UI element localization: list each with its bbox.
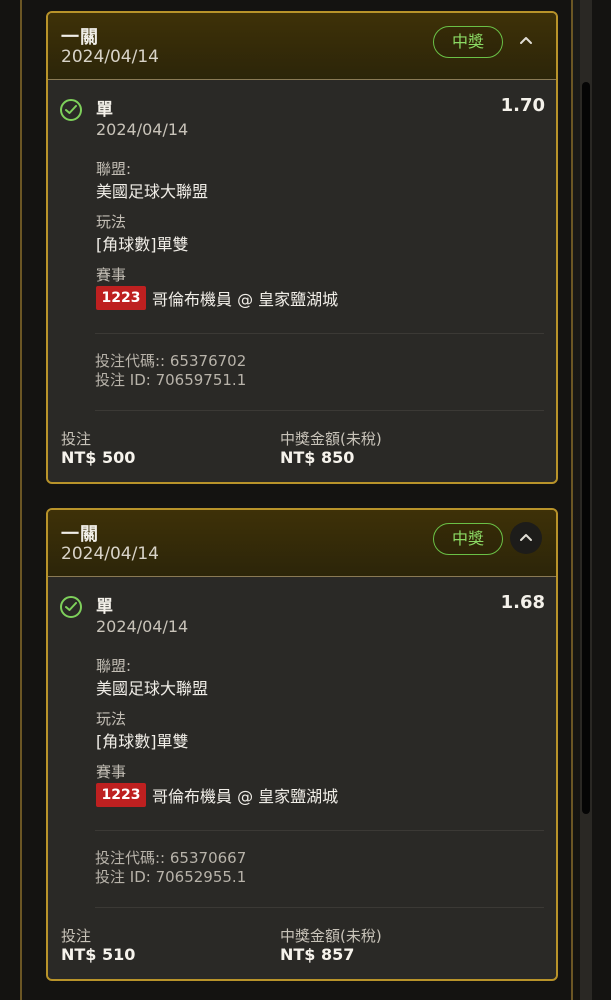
- bet-code-value: 65370667: [169, 849, 247, 867]
- chevron-up-icon: [519, 527, 533, 548]
- bet-details: 單 1.68 2024/04/14 聯盟: 美國足球大聯盟 玩法 [角球數]單雙…: [48, 577, 556, 917]
- bet-code-label: 投注代碼::: [95, 849, 166, 867]
- payout-label: 中獎金額(未稅): [280, 430, 382, 448]
- collapse-button[interactable]: [510, 522, 542, 554]
- event-code-badge: 1223: [96, 783, 146, 807]
- bet-id-label: 投注 ID:: [95, 371, 151, 389]
- divider: [95, 907, 544, 908]
- selection-date: 2024/04/14: [96, 617, 189, 636]
- bet-id-value: 70659751.1: [155, 371, 247, 389]
- bet-code-label: 投注代碼::: [95, 352, 166, 370]
- bet-history-page: 一關 2024/04/14 中獎 單 1.70 2024/04/14 聯盟: 美…: [0, 0, 611, 1000]
- bet-id-label: 投注 ID:: [95, 868, 151, 886]
- selection-date: 2024/04/14: [96, 120, 189, 139]
- event-code-badge: 1223: [96, 286, 146, 310]
- league-value: 美國足球大聯盟: [96, 679, 209, 698]
- match-name: 哥倫布機員 @ 皇家鹽湖城: [152, 787, 339, 806]
- divider: [95, 333, 544, 334]
- stake-label: 投注: [61, 430, 92, 448]
- bet-code-value: 65376702: [169, 352, 247, 370]
- bet-card-header[interactable]: 一關 2024/04/14 中獎: [48, 510, 556, 577]
- league-label: 聯盟:: [96, 160, 132, 178]
- divider: [95, 830, 544, 831]
- left-border: [20, 0, 22, 1000]
- payout-amount: NT$ 850: [280, 448, 355, 467]
- bet-id-line: 投注 ID: 70659751.1: [95, 369, 246, 390]
- stake-amount: NT$ 510: [61, 945, 136, 964]
- bet-card-header[interactable]: 一關 2024/04/14 中獎: [48, 13, 556, 80]
- status-badge: 中獎: [433, 523, 503, 555]
- bet-summary: 投注 NT$ 510 中獎金額(未稅) NT$ 857: [48, 917, 556, 977]
- bet-code-line: 投注代碼:: 65376702: [95, 350, 246, 371]
- bet-header-date: 2024/04/14: [61, 544, 159, 564]
- bet-details: 單 1.70 2024/04/14 聯盟: 美國足球大聯盟 玩法 [角球數]單雙…: [48, 80, 556, 420]
- match-row: 1223 哥倫布機員 @ 皇家鹽湖城: [96, 286, 338, 310]
- play-label: 玩法: [96, 710, 127, 728]
- league-label: 聯盟:: [96, 657, 132, 675]
- match-label: 賽事: [96, 266, 127, 284]
- bet-code-line: 投注代碼:: 65370667: [95, 847, 246, 868]
- chevron-up-icon: [519, 30, 533, 51]
- scrollbar-thumb[interactable]: [582, 82, 590, 814]
- payout-amount: NT$ 857: [280, 945, 355, 964]
- play-label: 玩法: [96, 213, 127, 231]
- match-row: 1223 哥倫布機員 @ 皇家鹽湖城: [96, 783, 338, 807]
- play-value: [角球數]單雙: [96, 235, 189, 254]
- bet-card-2[interactable]: 一關 2024/04/14 中獎 單 1.68 2024/04/14 聯盟: 美…: [46, 508, 558, 981]
- divider: [95, 410, 544, 411]
- play-value: [角球數]單雙: [96, 732, 189, 751]
- stake-label: 投注: [61, 927, 92, 945]
- selection-type: 單: [96, 100, 113, 120]
- bet-summary: 投注 NT$ 500 中獎金額(未稅) NT$ 850: [48, 420, 556, 480]
- league-value: 美國足球大聯盟: [96, 182, 209, 201]
- match-label: 賽事: [96, 763, 127, 781]
- stake-amount: NT$ 500: [61, 448, 136, 467]
- bet-id-line: 投注 ID: 70652955.1: [95, 866, 246, 887]
- bet-card-1[interactable]: 一關 2024/04/14 中獎 單 1.70 2024/04/14 聯盟: 美…: [46, 11, 558, 484]
- bet-title: 一關: [61, 524, 99, 545]
- bet-title: 一關: [61, 27, 99, 48]
- collapse-button[interactable]: [510, 25, 542, 57]
- match-name: 哥倫布機員 @ 皇家鹽湖城: [152, 290, 339, 309]
- right-border: [571, 0, 573, 1000]
- check-circle-icon: [60, 596, 82, 618]
- check-circle-icon: [60, 99, 82, 121]
- odds-value: 1.68: [500, 592, 545, 613]
- payout-label: 中獎金額(未稅): [280, 927, 382, 945]
- status-badge: 中獎: [433, 26, 503, 58]
- bet-id-value: 70652955.1: [155, 868, 247, 886]
- odds-value: 1.70: [500, 95, 545, 116]
- bet-header-date: 2024/04/14: [61, 47, 159, 67]
- selection-type: 單: [96, 597, 113, 617]
